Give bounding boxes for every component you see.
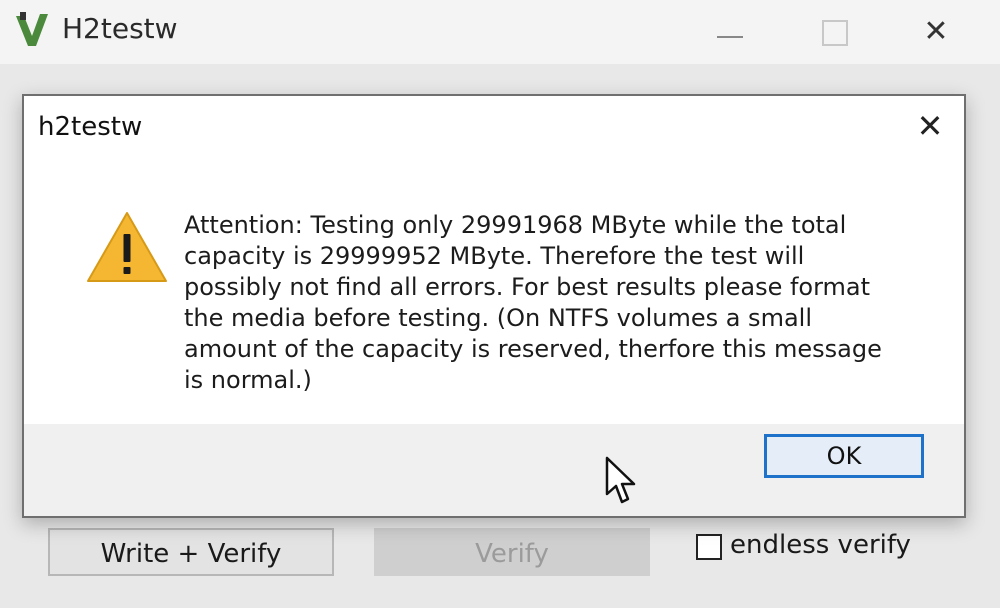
- main-window-title: H2testw: [62, 12, 178, 45]
- warning-icon: [87, 212, 167, 282]
- verify-button[interactable]: Verify: [374, 528, 650, 576]
- main-titlebar: H2testw ✕: [0, 0, 1000, 64]
- maximize-button[interactable]: [804, 10, 864, 54]
- dialog-close-button[interactable]: ✕: [908, 106, 952, 146]
- dialog-title: h2testw: [38, 112, 143, 142]
- close-icon: ✕: [923, 14, 949, 49]
- app-icon: [16, 12, 48, 46]
- endless-verify-label: endless verify: [730, 530, 911, 560]
- main-close-button[interactable]: ✕: [906, 10, 966, 54]
- minimize-icon: [717, 36, 743, 38]
- write-verify-button[interactable]: Write + Verify: [48, 528, 334, 576]
- dialog-footer: OK: [24, 424, 964, 516]
- warning-dialog: h2testw ✕ Attention: Testing only 299919…: [22, 94, 966, 518]
- minimize-button[interactable]: [700, 10, 760, 54]
- maximize-icon: [822, 20, 848, 46]
- dialog-titlebar: h2testw ✕: [24, 96, 964, 156]
- close-icon: ✕: [916, 107, 944, 145]
- dialog-message: Attention: Testing only 29991968 MByte w…: [184, 211, 882, 394]
- ok-button[interactable]: OK: [764, 434, 924, 478]
- endless-verify-checkbox[interactable]: [696, 534, 722, 560]
- dialog-body: Attention: Testing only 29991968 MByte w…: [24, 156, 964, 424]
- mouse-pointer-icon: [605, 456, 636, 504]
